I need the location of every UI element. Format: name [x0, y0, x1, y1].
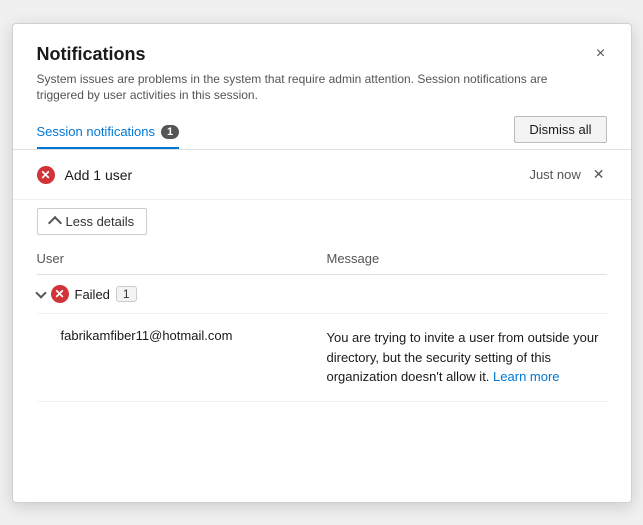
col-message-header: Message	[327, 251, 607, 266]
chevron-down-icon	[35, 287, 46, 298]
table-section: User Message ✕ Failed 1 fabrikamfiber11@…	[13, 243, 631, 402]
tab-session-notifications[interactable]: Session notifications 1	[37, 116, 180, 149]
user-cell: fabrikamfiber11@hotmail.com	[37, 328, 327, 343]
table-row: fabrikamfiber11@hotmail.com You are tryi…	[37, 314, 607, 402]
failed-label: Failed	[75, 287, 110, 302]
notification-item: ✕ Add 1 user Just now ✕	[13, 150, 631, 200]
tab-label: Session notifications	[37, 124, 156, 139]
dialog-title: Notifications	[37, 44, 607, 65]
dismiss-all-button[interactable]: Dismiss all	[514, 116, 606, 143]
notification-left: ✕ Add 1 user	[37, 166, 133, 184]
dialog-close-button[interactable]: ×	[589, 42, 613, 66]
table-header: User Message	[37, 243, 607, 275]
tabs-bar: Session notifications 1 Dismiss all	[13, 116, 631, 150]
tab-badge: 1	[161, 125, 179, 139]
learn-more-link[interactable]: Learn more	[493, 369, 559, 384]
notification-right: Just now ✕	[529, 164, 606, 185]
error-icon: ✕	[37, 166, 55, 184]
details-button-label: Less details	[66, 214, 135, 229]
tabs-container: Session notifications 1	[37, 116, 204, 149]
notification-timestamp: Just now	[529, 167, 580, 182]
notification-title: Add 1 user	[65, 167, 133, 183]
col-user-header: User	[37, 251, 327, 266]
failed-error-icon: ✕	[51, 285, 69, 303]
dialog-header: Notifications System issues are problems…	[13, 24, 631, 117]
failed-count-badge: 1	[116, 286, 137, 302]
less-details-button[interactable]: Less details	[37, 208, 148, 235]
chevron-up-icon	[47, 216, 61, 230]
notification-close-button[interactable]: ✕	[591, 164, 607, 185]
failed-group-row: ✕ Failed 1	[37, 275, 607, 314]
dialog-subtitle: System issues are problems in the system…	[37, 71, 557, 105]
notifications-dialog: Notifications System issues are problems…	[12, 23, 632, 503]
message-cell: You are trying to invite a user from out…	[327, 328, 607, 387]
